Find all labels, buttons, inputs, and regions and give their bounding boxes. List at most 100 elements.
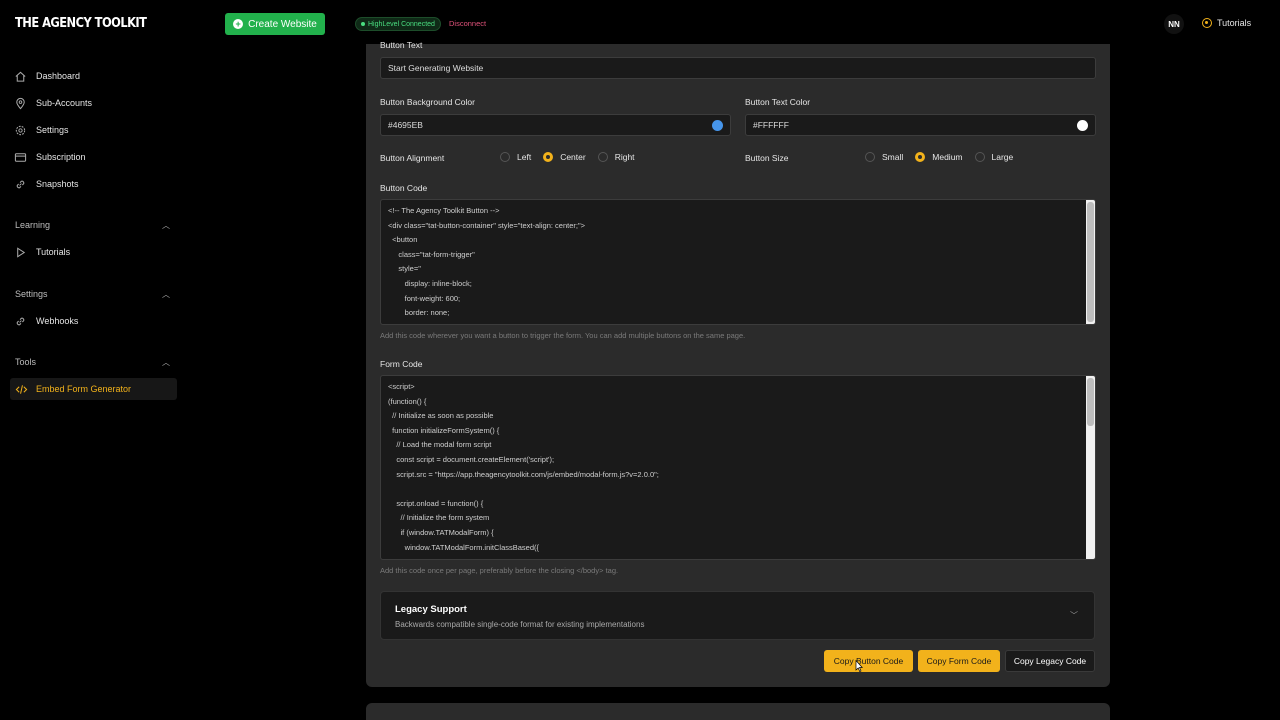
scrollbar-thumb[interactable]	[1087, 202, 1094, 322]
radio-label: Left	[517, 152, 532, 162]
size-large-option[interactable]: Large	[974, 152, 1014, 162]
sidebar-item-settings[interactable]: Settings	[14, 121, 69, 139]
link-icon	[14, 178, 27, 191]
bg-color-value: #4695EB	[388, 120, 423, 130]
code-icon	[15, 383, 28, 396]
button-code-scrollbar[interactable]	[1086, 200, 1095, 324]
form-code-label: Form Code	[380, 359, 423, 369]
create-website-button[interactable]: + Create Website	[225, 13, 325, 35]
text-color-swatch[interactable]	[1077, 120, 1088, 131]
connection-status-badge: HighLevel Connected	[355, 17, 441, 31]
home-icon	[14, 70, 27, 83]
sidebar-item-label: Settings	[36, 125, 69, 135]
sidebar-item-label: Tutorials	[36, 247, 71, 257]
size-medium-option[interactable]: Medium	[915, 152, 963, 162]
sidebar-item-tutorials[interactable]: Tutorials	[14, 243, 70, 261]
credit-card-icon	[14, 151, 27, 164]
copy-legacy-code-button[interactable]: Copy Legacy Code	[1005, 650, 1095, 672]
radio-selected-icon	[915, 152, 926, 162]
sidebar: Dashboard Sub-Accounts Settings Subscrip…	[0, 44, 185, 720]
radio-icon	[865, 152, 875, 162]
size-small-option[interactable]: Small	[865, 152, 903, 162]
chevron-up-icon: ︿	[162, 358, 170, 367]
sidebar-item-dashboard[interactable]: Dashboard	[14, 67, 80, 85]
alignment-center-option[interactable]: Center	[543, 152, 586, 162]
radio-label: Center	[560, 152, 586, 162]
chevron-up-icon: ︿	[162, 221, 170, 230]
form-code-scrollbar[interactable]	[1086, 376, 1095, 559]
radio-label: Small	[882, 152, 904, 162]
bg-color-input[interactable]: #4695EB	[380, 114, 731, 136]
copy-button-code-button[interactable]: Copy Button Code	[824, 650, 913, 672]
legacy-title: Legacy Support	[395, 604, 467, 615]
bg-color-label: Button Background Color	[380, 97, 475, 107]
connection-status-label: HighLevel Connected	[368, 20, 435, 28]
button-text-input[interactable]: Start Generating Website	[380, 57, 1096, 79]
chevron-down-icon[interactable]: ﹀	[1070, 610, 1078, 621]
sidebar-item-snapshots[interactable]: Snapshots	[14, 175, 79, 193]
tutorials-icon	[1202, 18, 1212, 28]
settings-section-header[interactable]: Settings ︿	[15, 289, 170, 300]
sidebar-item-label: Webhooks	[36, 316, 79, 326]
status-dot-icon	[361, 22, 365, 26]
section-title: Learning	[15, 220, 51, 230]
button-text-label: Button Text	[380, 40, 423, 50]
sidebar-item-label: Embed Form Generator	[36, 384, 132, 394]
section-title: Settings	[15, 289, 48, 299]
form-code-content: <script> (function() { // Initialize as …	[388, 382, 659, 552]
radio-icon	[974, 152, 985, 162]
legacy-subtitle: Backwards compatible single-code format …	[395, 620, 645, 629]
disconnect-link[interactable]: Disconnect	[449, 19, 486, 28]
next-card	[366, 703, 1110, 720]
sidebar-item-webhooks[interactable]: Webhooks	[14, 312, 78, 330]
radio-label: Large	[991, 152, 1014, 162]
sidebar-item-label: Sub-Accounts	[36, 98, 93, 108]
app-logo[interactable]: THE AGENCY TOOLKIT	[15, 16, 147, 31]
button-code-content: <!-- The Agency Toolkit Button --> <div …	[388, 206, 585, 318]
radio-label: Medium	[932, 152, 963, 162]
size-radio-group: Small Medium Large	[865, 152, 1013, 162]
button-code-label: Button Code	[380, 183, 428, 193]
bg-color-swatch[interactable]	[712, 120, 723, 131]
alignment-label: Button Alignment	[380, 153, 445, 163]
create-website-label: Create Website	[248, 18, 317, 30]
location-pin-icon	[14, 97, 27, 110]
alignment-left-option[interactable]: Left	[500, 152, 531, 162]
top-bar: THE AGENCY TOOLKIT + Create Website High…	[0, 6, 1280, 44]
tutorials-link[interactable]: Tutorials	[1202, 18, 1251, 28]
legacy-support-panel[interactable]: Legacy Support Backwards compatible sing…	[380, 591, 1095, 640]
sidebar-item-sub-accounts[interactable]: Sub-Accounts	[14, 94, 92, 112]
text-color-input[interactable]: #FFFFFF	[745, 114, 1096, 136]
sidebar-item-label: Subscription	[36, 152, 86, 162]
form-code-textarea[interactable]: <script> (function() { // Initialize as …	[380, 375, 1096, 560]
scrollbar-thumb[interactable]	[1087, 378, 1094, 426]
sidebar-item-label: Dashboard	[36, 71, 81, 81]
tutorials-label: Tutorials	[1217, 18, 1252, 28]
radio-label: Right	[614, 152, 635, 162]
sidebar-item-embed-form-generator[interactable]: Embed Form Generator	[10, 378, 177, 400]
webhook-icon	[14, 315, 27, 328]
form-code-hint: Add this code once per page, preferably …	[380, 566, 619, 575]
text-color-value: #FFFFFF	[753, 120, 789, 130]
radio-selected-icon	[543, 152, 554, 162]
gear-icon	[14, 124, 27, 137]
user-avatar[interactable]: NN	[1164, 14, 1184, 34]
sidebar-item-subscription[interactable]: Subscription	[14, 148, 86, 166]
text-color-label: Button Text Color	[745, 97, 811, 107]
learning-section-header[interactable]: Learning ︿	[15, 220, 170, 231]
tools-section-header[interactable]: Tools ︿	[15, 357, 170, 368]
plus-icon: +	[233, 19, 244, 29]
button-code-hint: Add this code wherever you want a button…	[380, 331, 746, 340]
alignment-radio-group: Left Center Right	[500, 152, 635, 162]
button-code-textarea[interactable]: <!-- The Agency Toolkit Button --> <div …	[380, 199, 1096, 325]
section-title: Tools	[15, 357, 37, 367]
sidebar-item-label: Snapshots	[36, 179, 79, 189]
radio-icon	[500, 152, 510, 162]
size-label: Button Size	[745, 153, 789, 163]
radio-icon	[597, 152, 608, 162]
chevron-up-icon: ︿	[162, 290, 170, 299]
mouse-cursor-icon	[855, 660, 863, 672]
copy-form-code-button[interactable]: Copy Form Code	[918, 650, 1000, 672]
alignment-right-option[interactable]: Right	[597, 152, 635, 162]
play-icon	[14, 246, 27, 259]
